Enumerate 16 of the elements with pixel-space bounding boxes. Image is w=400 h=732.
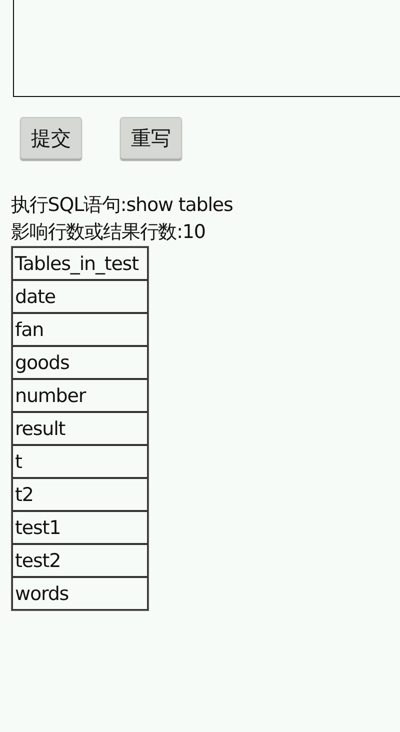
table-cell: goods	[12, 346, 148, 379]
table-cell: test1	[12, 511, 148, 544]
reset-button[interactable]: 重写	[120, 117, 182, 159]
table-cell: result	[12, 412, 148, 445]
table-cell: fan	[12, 313, 148, 346]
submit-button[interactable]: 提交	[20, 117, 82, 159]
table-cell: date	[12, 280, 148, 313]
table-cell: t	[12, 445, 148, 478]
table-cell: t2	[12, 478, 148, 511]
query-field[interactable]	[13, 0, 400, 97]
executed-sql-text: 执行SQL语句:show tables	[10, 193, 234, 218]
table-cell: number	[12, 379, 148, 412]
affected-rows-text: 影响行数或结果行数:10	[10, 220, 206, 245]
column-header: Tables_in_test	[12, 247, 148, 280]
table-cell: words	[12, 577, 148, 610]
table-cell: test2	[12, 544, 148, 577]
